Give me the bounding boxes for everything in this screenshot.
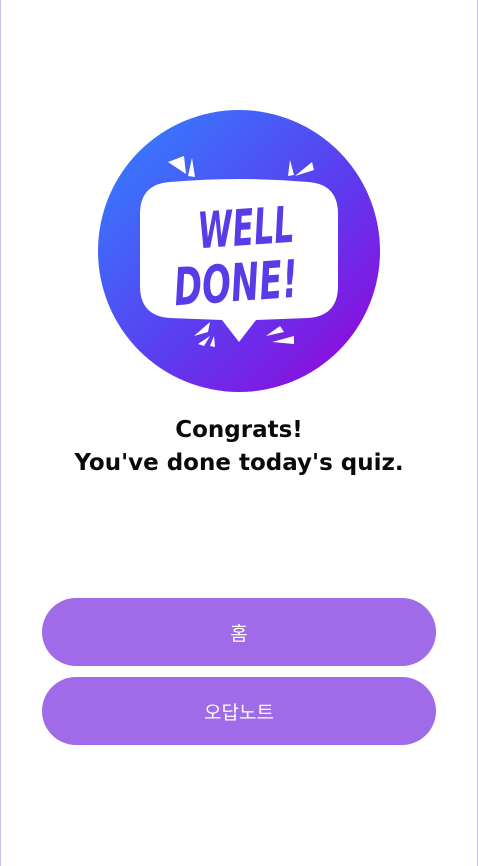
home-button[interactable]: 홈 (42, 598, 436, 666)
badge-text-line2: DONE! (172, 250, 300, 319)
quiz-done-subtitle: You've done today's quiz. (74, 450, 404, 476)
wrong-answer-notes-button[interactable]: 오답노트 (42, 677, 436, 745)
quiz-complete-screen: WELL DONE! Congrats! You've done today's… (0, 0, 478, 866)
congrats-title: Congrats! (175, 417, 303, 443)
completion-message: Congrats! You've done today's quiz. (1, 414, 477, 480)
well-done-badge-icon: WELL DONE! (98, 110, 380, 392)
